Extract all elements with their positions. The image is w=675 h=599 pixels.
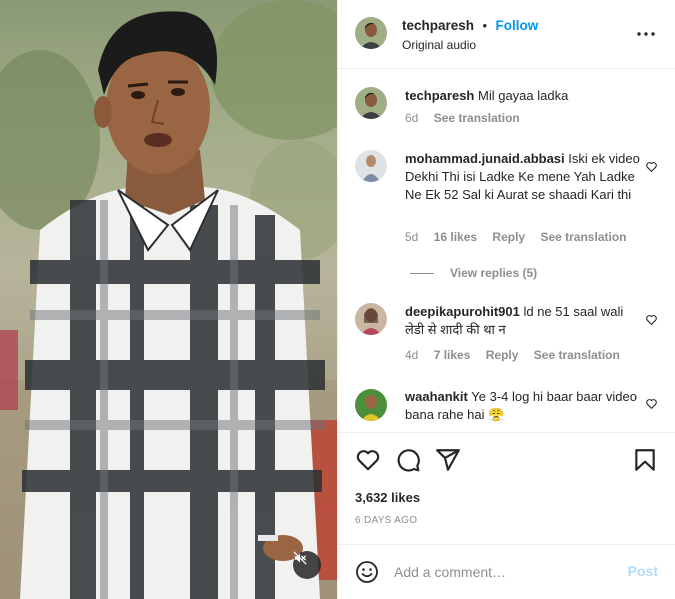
see-translation-button[interactable]: See translation: [534, 348, 620, 362]
comment-composer: Post: [338, 544, 675, 599]
see-translation-button[interactable]: See translation: [540, 230, 626, 244]
share-icon[interactable]: [435, 447, 461, 473]
follow-button[interactable]: Follow: [496, 18, 539, 33]
caption-meta: 6d See translation: [405, 111, 532, 125]
emoji-icon[interactable]: [355, 560, 379, 584]
reply-button[interactable]: Reply: [486, 348, 519, 362]
comment-time[interactable]: 4d: [405, 348, 418, 362]
heart-icon[interactable]: [355, 447, 381, 473]
post-comment-button[interactable]: Post: [628, 563, 658, 579]
comment-likes[interactable]: 7 likes: [434, 348, 471, 362]
replies-divider: [410, 272, 434, 274]
post-date[interactable]: 6 DAYS AGO: [355, 515, 417, 526]
comment-text: mohammad.junaid.abbasi Iski ek video Dek…: [405, 150, 645, 204]
save-icon[interactable]: [632, 447, 658, 473]
commenter-avatar[interactable]: [355, 303, 387, 335]
more-icon[interactable]: [636, 24, 656, 44]
author-avatar[interactable]: [355, 17, 387, 49]
caption-body: Mil gayaa ladka: [478, 88, 569, 103]
comments-list[interactable]: techparesh Mil gayaa ladka 6d See transl…: [338, 70, 675, 432]
comment-like-icon[interactable]: [645, 397, 658, 410]
comment-likes[interactable]: 16 likes: [434, 230, 477, 244]
reply-button[interactable]: Reply: [492, 230, 525, 244]
separator-dot: •: [482, 18, 488, 33]
comment-text: deepikapurohit901 ld ne 51 saal wali लेड…: [405, 303, 645, 339]
commenter-avatar[interactable]: [355, 150, 387, 182]
comment-username[interactable]: waahankit: [405, 389, 468, 404]
likes-count[interactable]: 3,632 likes: [355, 490, 420, 505]
comment-meta: 4d 7 likes Reply See translation: [405, 348, 632, 362]
view-replies-label: View replies (5): [450, 266, 538, 280]
comment-icon[interactable]: [395, 447, 421, 473]
post-actions: 3,632 likes 6 DAYS AGO: [338, 432, 675, 544]
post-header: techparesh • Follow Original audio: [338, 0, 675, 69]
caption-avatar[interactable]: [355, 87, 387, 119]
caption-time[interactable]: 6d: [405, 111, 418, 125]
caption-username[interactable]: techparesh: [405, 88, 474, 103]
video-frame: [0, 0, 337, 599]
mute-button[interactable]: [293, 551, 321, 579]
comment-username[interactable]: mohammad.junaid.abbasi: [405, 151, 565, 166]
caption-translate[interactable]: See translation: [434, 111, 520, 125]
mute-icon: [293, 551, 307, 565]
comment-input[interactable]: [394, 562, 614, 582]
video-player[interactable]: [0, 0, 337, 599]
view-replies-button[interactable]: View replies (5): [410, 266, 537, 280]
comment-like-icon[interactable]: [645, 160, 658, 173]
comment-username[interactable]: deepikapurohit901: [405, 304, 520, 319]
comment-meta: 5d 16 likes Reply See translation: [405, 230, 638, 244]
audio-label[interactable]: Original audio: [402, 38, 476, 52]
comment-like-icon[interactable]: [645, 313, 658, 326]
comment-text: waahankit Ye 3-4 log hi baar baar video …: [405, 388, 645, 424]
post-modal: techparesh • Follow Original audio techp…: [0, 0, 675, 599]
commenter-avatar[interactable]: [355, 389, 387, 421]
comment-time[interactable]: 5d: [405, 230, 418, 244]
caption-text: techparesh Mil gayaa ladka: [405, 87, 645, 105]
author-username[interactable]: techparesh: [402, 18, 474, 33]
post-details-panel: techparesh • Follow Original audio techp…: [337, 0, 675, 599]
